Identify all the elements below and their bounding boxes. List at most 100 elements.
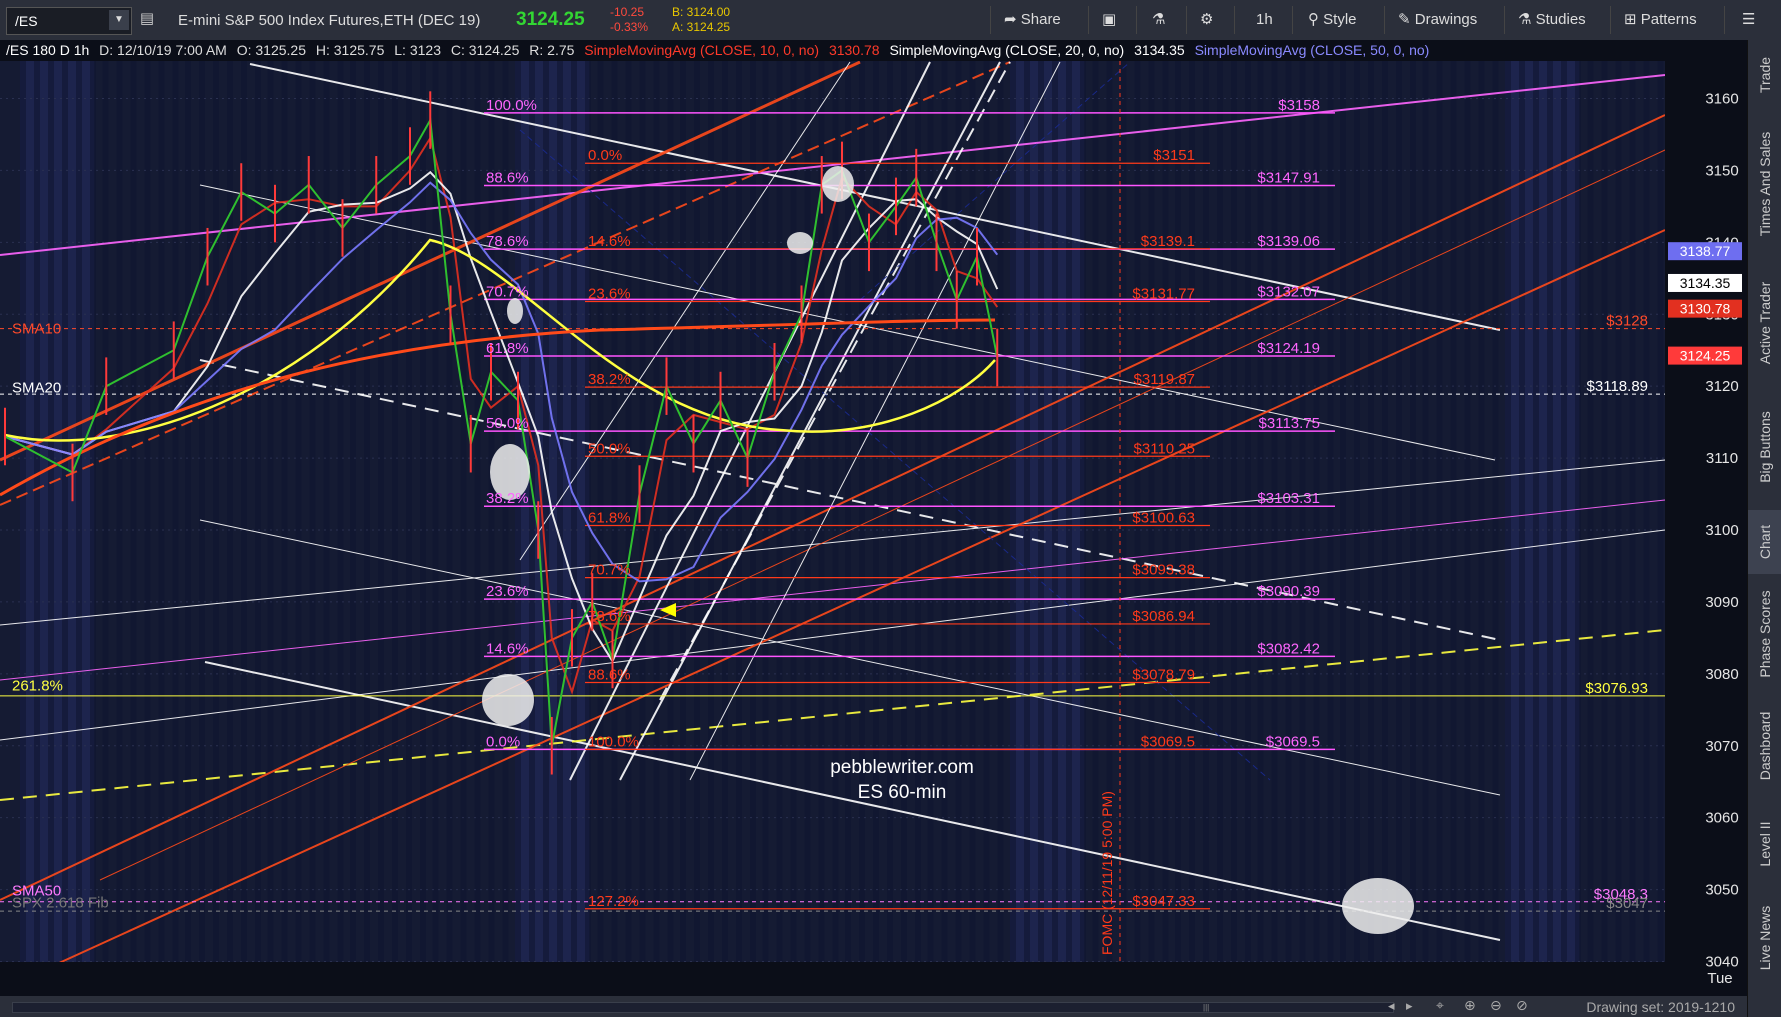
fib-price-label: $3090.39 [1257,583,1320,600]
session-band [1368,61,1374,962]
bar-range: R: 2.75 [529,42,575,58]
session-band [708,61,714,962]
symbol-selector[interactable]: /ES ▼ [6,7,132,35]
fib-price-label: $3103.31 [1257,490,1320,507]
drawings-button[interactable]: ✎ Drawings [1398,0,1477,40]
session-band [1092,61,1099,962]
watermark-chart: ES 60-min [858,782,947,803]
session-band [420,61,426,962]
session-band [694,61,700,962]
menu-icon[interactable]: ☰ [1742,0,1755,40]
zoom-in-icon[interactable]: ⊕ [1464,997,1476,1014]
session-band [1120,61,1127,962]
session-band [130,61,137,962]
session-band [502,61,509,962]
sidebar-tab-big-buttons[interactable]: Big Buttons [1748,388,1781,506]
patterns-label: Patterns [1640,11,1697,28]
session-band [750,61,756,962]
price-tick-label: 3110 [1706,450,1738,467]
price-tick-label: 3050 [1705,882,1738,899]
share-button[interactable]: ➦ Share [1004,0,1061,40]
session-band [1354,61,1360,962]
time-axis: SunMonTueWedThuFriSunMonTueWedThuFriSunM… [0,962,1733,996]
session-band [1450,61,1457,962]
patterns-button[interactable]: ⊞ Patterns [1624,0,1697,40]
left-study-label: 261.8% [12,677,63,694]
watermark-site: pebblewriter.com [830,757,974,778]
share-label: Share [1020,11,1061,28]
session-band [983,61,990,962]
session-band [144,61,151,962]
session-band [736,61,742,962]
chart-info-bar: /ES 180 D 1h D: 12/10/19 7:00 AM O: 3125… [0,40,1747,61]
session-band [667,61,674,962]
sidebar-tab-chart[interactable]: Chart [1748,510,1781,574]
sidebar-tab-times-and-sales[interactable]: Times And Sales [1748,110,1781,258]
session-band [34,61,40,962]
sidebar-tab-level-ii[interactable]: Level II [1748,802,1781,886]
session-band [267,61,274,962]
session-band [653,61,660,962]
session-band [460,61,467,962]
reference-level-label: $3118.89 [1587,378,1648,395]
sma50-study[interactable]: SimpleMovingAvg (CLOSE, 50, 0, no) [1195,42,1430,58]
change-value: -10.25 [610,5,645,19]
scroll-left-icon[interactable]: ◂ [1388,998,1395,1014]
style-label: Style [1323,11,1357,28]
bottom-bar: ||| ◂ ▸ ⌖ ⊕ ⊖ ⊘ Drawing set: 2019-1210 [0,996,1747,1017]
link-icon[interactable]: ▤ [136,8,158,30]
style-button[interactable]: ⚲ Style [1308,0,1357,40]
fib-pct-label: 88.6% [588,667,631,684]
reference-level-label: $3076.93 [1585,680,1648,697]
sidebar-tab-label: Phase Scores [1757,590,1773,678]
crosshair-icon[interactable]: ⌖ [1436,997,1444,1014]
sidebar-tab-active-trader[interactable]: Active Trader [1748,262,1781,384]
symbol-description: E-mini S&P 500 Index Futures,ETH (DEC 19… [178,12,481,29]
price-tick-label: 3120 [1705,378,1738,395]
scroll-grip[interactable]: ||| [1203,1004,1215,1012]
fib-price-label: $3119.87 [1134,371,1195,388]
fib-pct-label: 14.6% [588,233,631,250]
session-band [1587,61,1594,962]
fib-pct-label: 0.0% [486,733,520,750]
fib-pct-label: 23.6% [486,583,529,600]
zoom-out-icon[interactable]: ⊖ [1490,997,1502,1014]
session-band [804,61,811,962]
collapse-icon: ⤡ [1676,61,1689,64]
session-band [281,61,288,962]
fib-price-label: $3131.77 [1132,286,1195,303]
price-chart[interactable]: 3040 3050 3060 3070 3080 3090 3100 3110 3120 3130… [0,61,1747,996]
snapshot-icon[interactable]: ▣ [1102,0,1116,40]
sidebar-tab-trade[interactable]: Trade [1748,44,1781,106]
sidebar-tab-phase-scores[interactable]: Phase Scores [1748,578,1781,690]
horizontal-scrollbar[interactable]: ||| [12,1002,1394,1013]
sma20-value: 3134.35 [1134,42,1185,58]
sma20-study[interactable]: SimpleMovingAvg (CLOSE, 20, 0, no) [889,42,1124,58]
session-band [62,61,68,962]
zoom-reset-icon[interactable]: ⊘ [1516,997,1528,1014]
scroll-right-icon[interactable]: ▸ [1406,998,1413,1014]
session-band [90,61,96,962]
studies-button[interactable]: ⚗ Studies [1518,0,1586,40]
chevron-down-icon[interactable]: ▼ [109,10,129,30]
timeframe-button[interactable]: 1h [1256,0,1273,40]
fib-price-label: $3082.42 [1257,640,1320,657]
drawing-set[interactable]: Drawing set: 2019-1210 [1586,999,1735,1015]
fib-price-label: $3139.1 [1141,233,1195,250]
price-tag-label: 3134.35 [1680,275,1731,291]
session-band [529,61,535,962]
sidebar-tab-dashboard[interactable]: Dashboard [1748,694,1781,798]
gear-icon[interactable]: ⚙ [1200,0,1213,40]
divider [1384,6,1385,34]
session-band [323,61,330,962]
fib-price-label: $3100.63 [1132,509,1195,526]
session-band [20,61,26,962]
session-band [1203,61,1209,962]
sidebar-tab-label: Big Buttons [1757,411,1773,483]
session-band [172,61,179,962]
sidebar-tab-live-news[interactable]: Live News [1748,890,1781,986]
fib-pct-label: 23.6% [588,286,631,303]
session-band [997,61,1004,962]
flask-icon[interactable]: ⚗ [1152,0,1165,40]
sma10-study[interactable]: SimpleMovingAvg (CLOSE, 10, 0, no) [584,42,819,58]
